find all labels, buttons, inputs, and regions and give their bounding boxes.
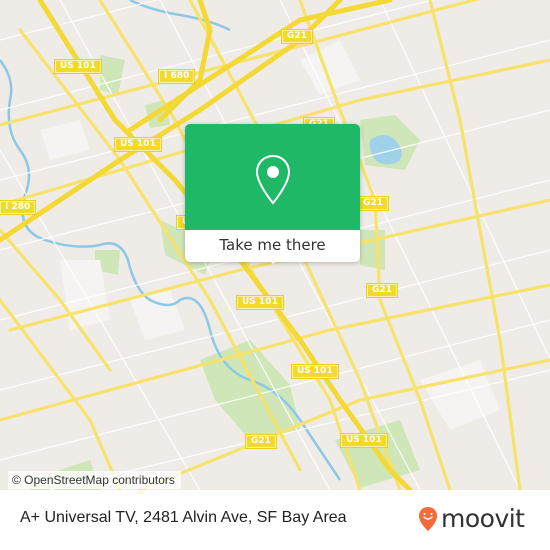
map[interactable]: US 101 I 680 US 101 I 280 G21 G21 G21 US… [0, 0, 550, 490]
map-attribution[interactable]: © OpenStreetMap contributors [8, 471, 181, 489]
location-title: A+ Universal TV, 2481 Alvin Ave, SF Bay … [20, 509, 347, 526]
moovit-logo[interactable]: moovit [418, 503, 525, 535]
highway-shield-g21: G21 [358, 197, 388, 210]
popup-pointer [264, 255, 282, 264]
footer: A+ Universal TV, 2481 Alvin Ave, SF Bay … [0, 490, 550, 550]
brand-name: moovit [441, 504, 525, 533]
highway-shield-g21: G21 [246, 435, 276, 448]
moovit-pin-icon [419, 507, 437, 531]
highway-shield-us-101: US 101 [292, 365, 338, 378]
popup-header [185, 124, 360, 230]
location-popup: Take me there [185, 124, 360, 264]
highway-shield-us-101: US 101 [115, 138, 161, 151]
highway-shield-i-280: I 280 [0, 201, 36, 214]
map-pin-icon [255, 154, 291, 205]
highway-shield-g21: G21 [282, 30, 312, 43]
highway-shield-us-101: US 101 [341, 434, 387, 447]
highway-shield-g21: G21 [367, 284, 397, 297]
highway-shield-us-101: US 101 [237, 296, 283, 309]
highway-shield-i-680: I 680 [159, 70, 195, 83]
highway-shield-us-101: US 101 [55, 60, 101, 73]
